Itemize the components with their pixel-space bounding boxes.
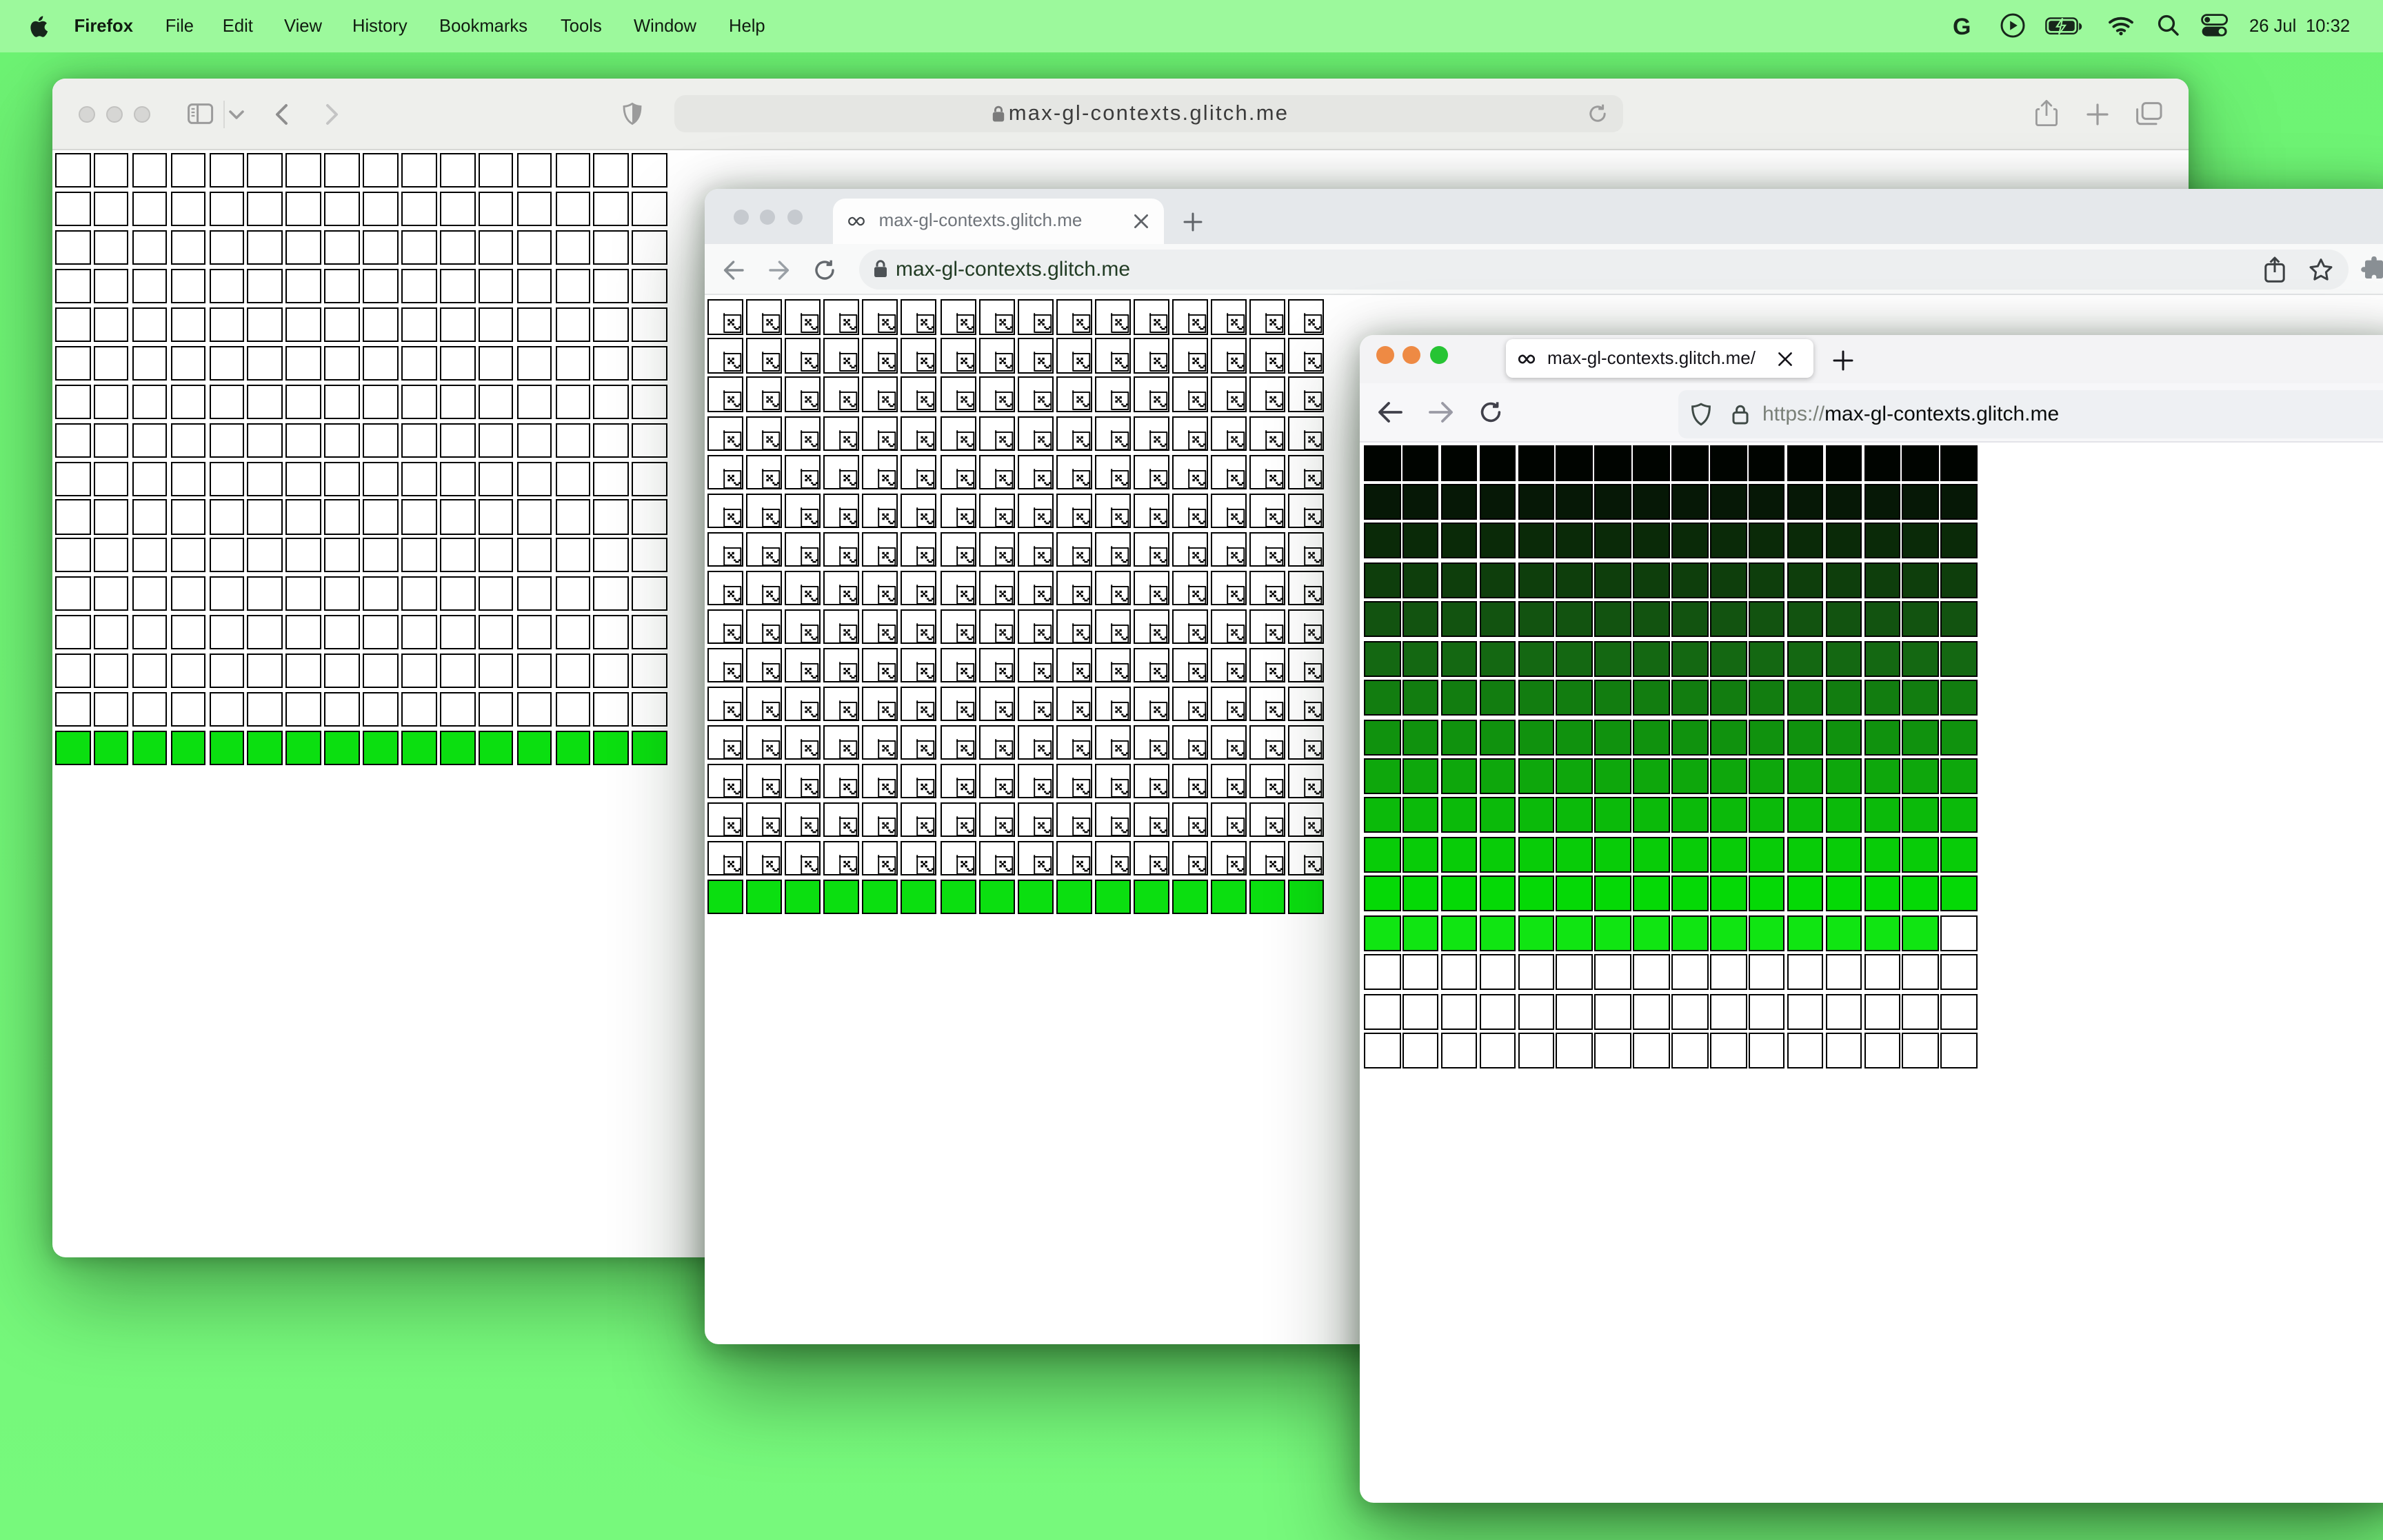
- svg-text:G: G: [1953, 13, 1971, 38]
